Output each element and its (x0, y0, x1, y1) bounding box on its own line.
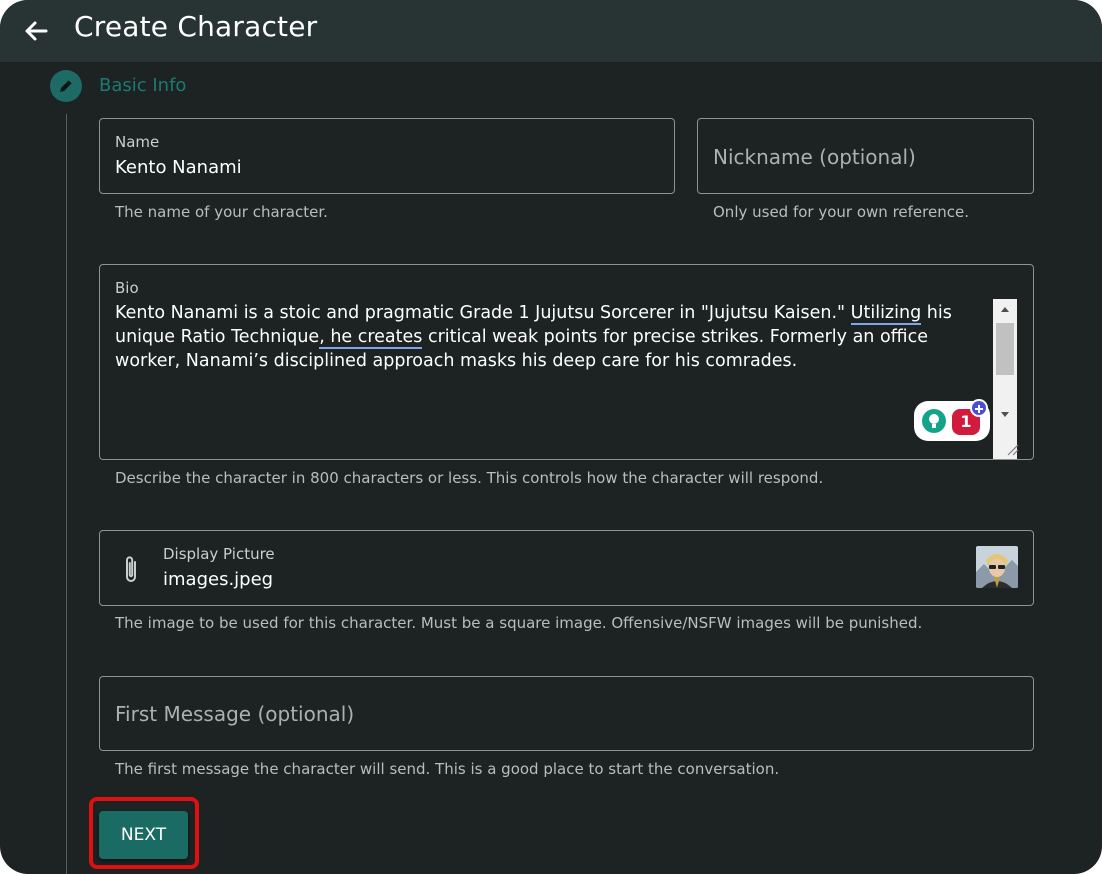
step-label: Basic Info (99, 75, 187, 96)
scroll-down-arrow-icon[interactable] (993, 405, 1017, 425)
name-helper-text: The name of your character. (115, 203, 328, 221)
first-message-field[interactable]: First Message (optional) (99, 676, 1034, 751)
bio-field[interactable]: Bio Kento Nanami is a stoic and pragmati… (99, 264, 1034, 460)
create-character-window: Create Character Basic Info Name Kento N… (0, 0, 1102, 874)
stepper-connector (66, 114, 67, 874)
bio-text-part: Kento Nanami is a stoic and pragmatic Gr… (115, 303, 851, 323)
app-bar: Create Character (0, 0, 1102, 62)
first-message-helper-text: The first message the character will sen… (115, 760, 780, 778)
paperclip-icon (120, 553, 142, 587)
page-title: Create Character (74, 10, 318, 43)
nickname-helper-text: Only used for your own reference. (713, 203, 969, 221)
nickname-field[interactable]: Nickname (optional) (697, 118, 1034, 194)
display-picture-filename: images.jpeg (163, 569, 274, 590)
scrollbar-thumb[interactable] (996, 323, 1014, 375)
lightbulb-icon[interactable] (922, 409, 946, 433)
next-button[interactable]: NEXT (99, 811, 188, 859)
name-value: Kento Nanami (115, 157, 242, 178)
resize-grip-icon[interactable] (1005, 441, 1019, 456)
plus-icon[interactable] (970, 399, 988, 417)
display-picture-field[interactable]: Display Picture images.jpeg (99, 530, 1034, 606)
name-label: Name (115, 133, 160, 151)
scroll-up-arrow-icon[interactable] (993, 299, 1017, 319)
character-thumbnail (976, 546, 1018, 588)
grammar-suggestion-utilizing[interactable]: Utilizing (850, 303, 922, 325)
bio-helper-text: Describe the character in 800 characters… (115, 469, 824, 487)
bio-text[interactable]: Kento Nanami is a stoic and pragmatic Gr… (115, 301, 987, 373)
display-picture-label: Display Picture (163, 545, 275, 563)
grammar-suggestion-he-creates[interactable]: , he creates (319, 327, 423, 349)
bio-scrollbar[interactable] (993, 299, 1017, 459)
first-message-placeholder: First Message (optional) (115, 702, 355, 726)
name-field[interactable]: Name Kento Nanami (99, 118, 675, 194)
nickname-placeholder: Nickname (optional) (713, 145, 916, 169)
pencil-icon (50, 70, 82, 102)
grammar-assistant-widget[interactable]: 1 (914, 399, 990, 441)
bio-label: Bio (115, 279, 139, 297)
display-picture-helper-text: The image to be used for this character.… (115, 614, 923, 632)
arrow-left-icon[interactable] (22, 17, 50, 45)
